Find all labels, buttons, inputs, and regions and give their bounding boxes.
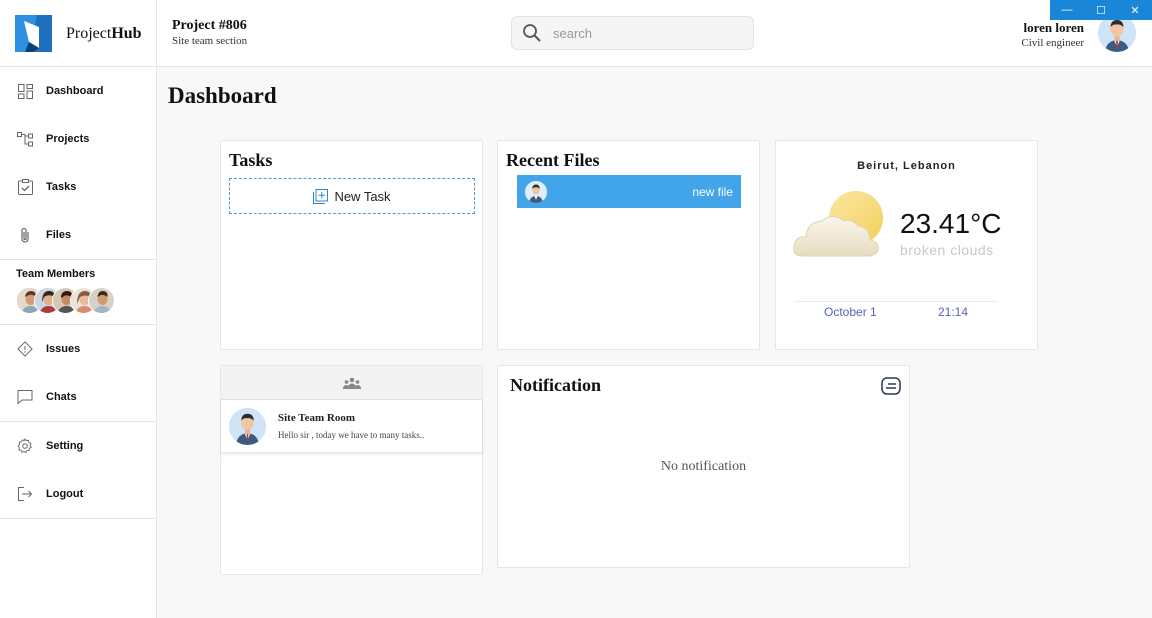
file-owner-avatar [525, 180, 547, 203]
logo-mark-icon [15, 15, 52, 52]
sidebar-item-label: Dashboard [46, 85, 104, 97]
project-title: Project #806 [172, 18, 247, 33]
tasks-icon [17, 179, 33, 195]
sidebar-item-projects[interactable]: Projects [0, 115, 156, 163]
chat-room-text: Site Team Room Hello sir , today we have… [278, 412, 424, 440]
chat-room-item[interactable]: Site Team Room Hello sir , today we have… [221, 400, 482, 452]
sidebar-item-label: Issues [46, 343, 81, 355]
page-title: Dashboard [168, 83, 277, 108]
chat-card: Site Team Room Hello sir , today we have… [220, 365, 483, 575]
team-avatar-list [16, 287, 156, 314]
sidebar-item-issues[interactable]: Issues [0, 325, 156, 373]
chat-room-name: Site Team Room [278, 412, 355, 424]
sidebar-divider [0, 518, 156, 519]
sidebar-item-label: Projects [46, 133, 90, 145]
chat-room-avatar [229, 407, 266, 445]
weather-date: October 1 [824, 305, 877, 319]
file-name: new file [692, 184, 733, 199]
sidebar-item-label: Logout [46, 488, 84, 500]
sidebar-item-setting[interactable]: Setting [0, 422, 156, 470]
project-subtitle: Site team section [172, 35, 248, 47]
sidebar-item-dashboard[interactable]: Dashboard [0, 67, 156, 115]
weather-card: Beirut, Lebanon 23.41°C broken clouds Oc… [775, 140, 1038, 350]
user-name: loren loren [1023, 20, 1084, 35]
search-input[interactable] [553, 25, 733, 41]
diamond-alert-icon [17, 341, 33, 357]
notification-title: Notification [510, 375, 601, 395]
maximize-button[interactable]: ☐ [1084, 0, 1118, 20]
sidebar-item-label: Chats [46, 391, 77, 403]
weather-divider [794, 301, 998, 302]
recent-files-card: Recent Files new file [497, 140, 760, 350]
chat-bubble-icon [17, 389, 33, 405]
gear-icon [17, 438, 33, 454]
tasks-card: Tasks New Task [220, 140, 483, 350]
weather-temperature: 23.41°C [900, 208, 1002, 239]
chat-header [221, 366, 482, 400]
dashboard-icon [17, 83, 33, 99]
new-task-label: New Task [334, 188, 391, 204]
weather-city: Beirut, Lebanon [857, 160, 956, 172]
team-members: Team Members [0, 260, 156, 324]
sidebar-item-files[interactable]: Files [0, 211, 156, 259]
sidebar-item-label: Tasks [46, 181, 77, 193]
sidebar-item-label: Files [46, 229, 72, 241]
logout-icon [17, 486, 33, 502]
weather-description: broken clouds [900, 242, 994, 258]
minimize-button[interactable]: — [1050, 0, 1084, 20]
sidebar-item-label: Setting [46, 440, 84, 452]
add-square-icon [313, 188, 329, 204]
search-icon [523, 24, 541, 42]
logo[interactable]: ProjectHub [0, 0, 157, 67]
team-member-avatar[interactable] [88, 287, 115, 314]
group-icon [342, 377, 361, 389]
notification-empty-text: No notification [660, 459, 747, 474]
user-role: Civil engineer [1021, 37, 1084, 49]
search-box[interactable] [511, 16, 754, 50]
weather-time: 21:14 [938, 305, 969, 319]
projects-icon [17, 131, 33, 147]
notification-card: Notification No notification [497, 365, 910, 568]
user-info: loren loren Civil engineer [1021, 20, 1084, 49]
logo-text: ProjectHub [66, 24, 142, 42]
window-controls: — ☐ ✕ [1050, 0, 1152, 20]
sidebar-item-logout[interactable]: Logout [0, 470, 156, 518]
sidebar-item-tasks[interactable]: Tasks [0, 163, 156, 211]
sidebar: Dashboard Projects Tasks Files Team Memb… [0, 67, 157, 618]
notification-list-icon[interactable] [881, 376, 901, 396]
chat-room-last-message: Hello sir , today we have to many tasks.… [278, 430, 425, 440]
new-task-button[interactable]: New Task [229, 178, 475, 214]
team-members-title: Team Members [16, 268, 96, 280]
cloud-sun-icon [793, 191, 883, 257]
recent-files-title: Recent Files [506, 150, 600, 170]
paperclip-icon [17, 227, 33, 243]
file-row[interactable]: new file [517, 175, 741, 208]
project-info: Project #806 Site team section [172, 18, 247, 47]
tasks-title: Tasks [229, 150, 273, 170]
sidebar-item-chats[interactable]: Chats [0, 373, 156, 421]
close-button[interactable]: ✕ [1118, 0, 1152, 20]
top-header: ProjectHub Project #806 Site team sectio… [0, 0, 1152, 67]
